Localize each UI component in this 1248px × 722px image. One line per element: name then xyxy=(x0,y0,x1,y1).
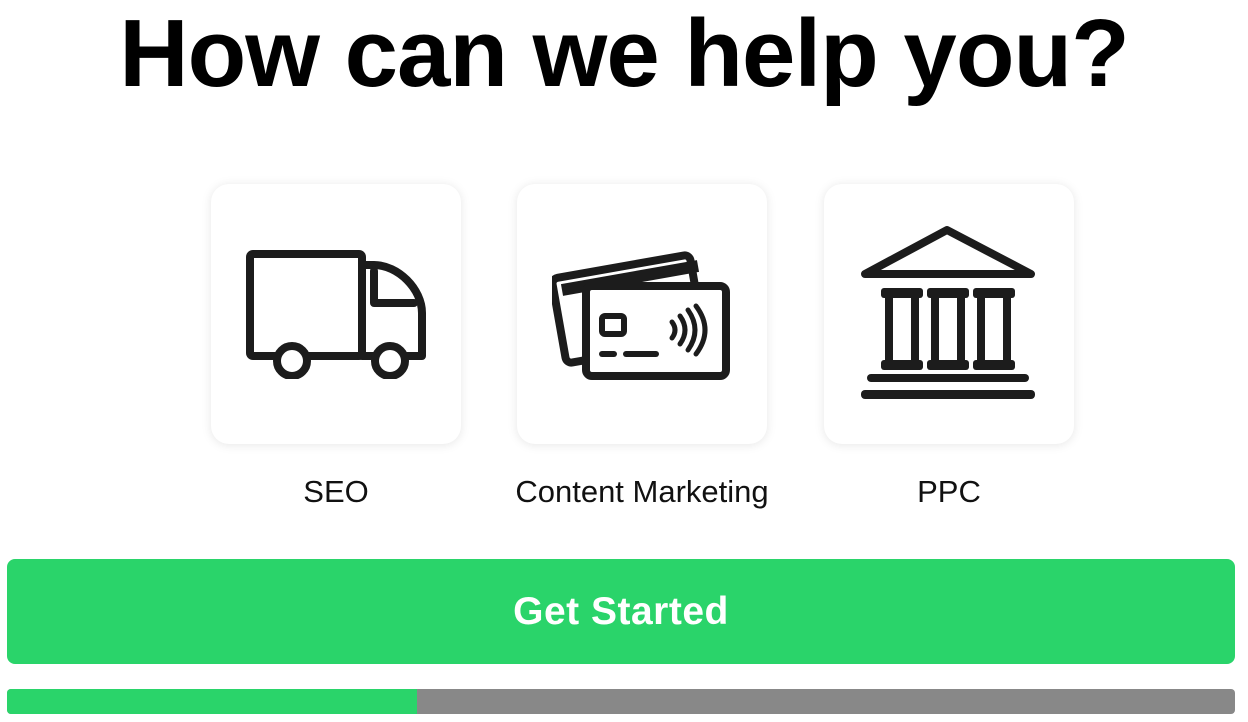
progress-fill xyxy=(7,689,418,714)
service-selection-page: How can we help you? SEO Content Marketi… xyxy=(0,0,1248,722)
get-started-button[interactable]: Get Started xyxy=(7,559,1235,664)
option-ppc[interactable]: PPC xyxy=(824,184,1074,509)
option-content-marketing[interactable]: Content Marketing xyxy=(515,184,769,509)
page-title: How can we help you? xyxy=(119,0,1129,107)
option-card[interactable] xyxy=(517,184,767,444)
option-card[interactable] xyxy=(211,184,461,444)
option-seo[interactable]: SEO xyxy=(211,184,461,509)
truck-icon xyxy=(246,250,426,379)
option-label-ppc: PPC xyxy=(917,474,981,509)
bank-building-icon xyxy=(861,226,1035,399)
credit-cards-icon xyxy=(552,251,730,380)
option-card[interactable] xyxy=(824,184,1074,444)
progress-bar xyxy=(7,689,1235,714)
